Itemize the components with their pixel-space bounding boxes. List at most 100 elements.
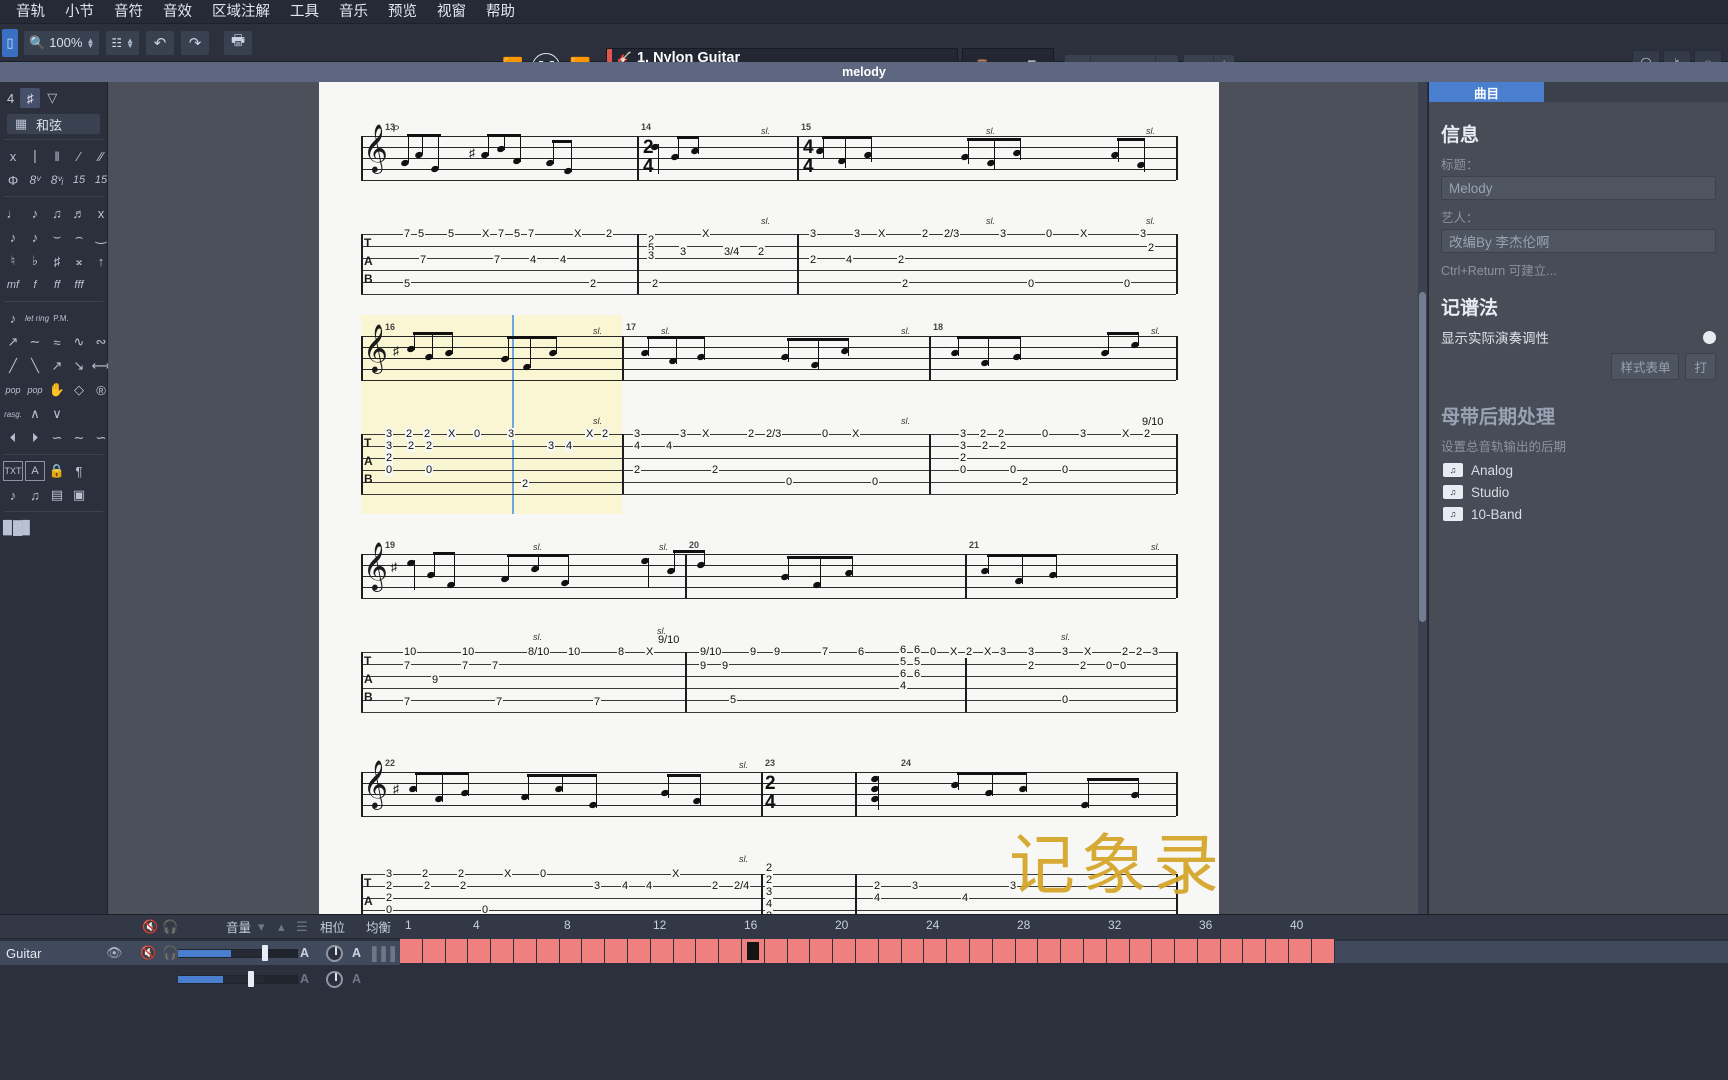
preset-studio[interactable]: ♫ Studio: [1441, 481, 1716, 503]
timeline-measure-cell[interactable]: [1175, 939, 1198, 963]
timeline-measure-cell[interactable]: [1311, 939, 1335, 963]
document-tab-melody[interactable]: melody: [830, 64, 898, 80]
timeline-ruler[interactable]: 1 4 8 12 16 20 24 28 32 36 40: [400, 915, 1728, 939]
dotted-note-icon[interactable]: ♪: [25, 227, 45, 247]
brush-down-icon[interactable]: ∨: [47, 404, 67, 424]
tab-other[interactable]: [1544, 82, 1659, 102]
menu-note[interactable]: 音符: [104, 0, 153, 24]
chevron-down-icon[interactable]: ▾: [258, 919, 265, 935]
note-icon[interactable]: ♪: [3, 308, 23, 328]
menu-tools[interactable]: 工具: [280, 0, 329, 24]
headphones-icon[interactable]: 🎧: [162, 919, 178, 935]
timeline-measure-cell[interactable]: [1220, 939, 1244, 963]
score-page[interactable]: 𝄞 13 14 15 P sl. sl. sl. ♯ 2 4 4 4 T A B…: [319, 82, 1219, 914]
timeline-measure-cell[interactable]: [947, 939, 970, 963]
15ma-icon[interactable]: 15: [69, 170, 89, 190]
timeline-measure-cell[interactable]: [468, 939, 492, 963]
double-barline-icon[interactable]: ‖: [47, 146, 67, 166]
8va-icon[interactable]: 8ᵛ: [25, 170, 45, 190]
repeat-open-icon[interactable]: ♪: [3, 485, 23, 505]
timeline-measure-cell[interactable]: [764, 939, 788, 963]
redo-button[interactable]: ↷: [180, 29, 211, 56]
voice-notes-icon[interactable]: ♯: [20, 88, 41, 108]
timeline-measure-cell[interactable]: [810, 939, 834, 963]
mute-speaker-icon[interactable]: 🔇: [142, 919, 158, 935]
sidebar-toggle-button[interactable]: ▯: [2, 28, 18, 57]
pan-knob[interactable]: [326, 971, 343, 988]
score-vertical-scrollbar[interactable]: [1418, 82, 1427, 914]
timeline-measure-cell[interactable]: [491, 939, 514, 963]
automation-letter[interactable]: A: [300, 946, 309, 960]
tap-icon[interactable]: ✋: [47, 380, 67, 400]
tab-track[interactable]: 曲目: [1429, 82, 1544, 102]
fade-out-icon[interactable]: ⏵: [25, 428, 45, 448]
score-system-4[interactable]: 𝄞 22 23 24 sl. 24 ♯ T A 3 2 2 X 0 2 2 2 …: [319, 752, 1219, 914]
undo-button[interactable]: ↶: [145, 29, 176, 56]
timeline-measure-cell[interactable]: [1152, 939, 1176, 963]
timeline-measure-cell[interactable]: [536, 939, 560, 963]
eighth-note-icon[interactable]: ♪: [25, 203, 45, 223]
triplet-icon[interactable]: x: [3, 146, 23, 166]
timeline-measure-cell[interactable]: [1243, 939, 1267, 963]
timeline-measure-cell[interactable]: [719, 939, 742, 963]
natural-icon[interactable]: ♮: [3, 251, 23, 271]
timeline-measure-cell[interactable]: [1083, 939, 1107, 963]
timeline-measure-cell[interactable]: [1129, 939, 1153, 963]
sharp-icon[interactable]: ♯: [47, 251, 67, 271]
pan-knob[interactable]: [326, 945, 343, 962]
chord-name-icon[interactable]: A: [25, 461, 45, 481]
pin-icon[interactable]: ☰: [296, 919, 308, 935]
timeline-measure-cell[interactable]: [901, 939, 925, 963]
timeline-measure-cell[interactable]: [582, 939, 606, 963]
slide-in-icon[interactable]: ╱: [3, 356, 23, 376]
mixer-icon[interactable]: ▉█▊: [3, 518, 32, 538]
timeline-measure-cell[interactable]: [696, 939, 720, 963]
eq-sliders-icon[interactable]: ▌▌▌: [372, 946, 400, 961]
artist-input[interactable]: 改编By 李杰伦啊: [1441, 229, 1716, 253]
print-button[interactable]: 🖶: [223, 29, 254, 56]
timeline-measure-cell[interactable]: [422, 939, 446, 963]
slur-icon[interactable]: ⌢: [69, 227, 89, 247]
flat-icon[interactable]: ♭: [25, 251, 45, 271]
repeat-close-icon[interactable]: ♫: [25, 485, 45, 505]
pan-letter[interactable]: A: [352, 972, 361, 986]
timeline-measure-cell[interactable]: [787, 939, 811, 963]
thirtysecond-note-icon[interactable]: ♬: [69, 203, 89, 223]
simile-one-icon[interactable]: ⁄: [69, 146, 89, 166]
timeline-measure-cell[interactable]: [650, 939, 674, 963]
title-input[interactable]: Melody: [1441, 176, 1716, 200]
page-layout-control[interactable]: ☷ ▲ ▼: [105, 29, 141, 56]
ff-icon[interactable]: ff: [47, 275, 67, 295]
concert-pitch-toggle[interactable]: [1703, 330, 1716, 344]
tie-icon[interactable]: ⌣: [47, 227, 67, 247]
timeline-measure-cell[interactable]: [1197, 939, 1221, 963]
timeline-measure-cell[interactable]: [445, 939, 469, 963]
timeline-measure-cell[interactable]: [878, 939, 902, 963]
score-system-2[interactable]: 𝄞 16 17 18 sl. sl. sl. sl. ♯ T A B 3 2 2…: [319, 315, 1219, 516]
menu-music[interactable]: 音乐: [329, 0, 378, 24]
timeline-measure-cell[interactable]: [513, 939, 537, 963]
timeline-measure-lane[interactable]: [400, 939, 1335, 963]
volume-handle[interactable]: [248, 971, 254, 987]
8vb-icon[interactable]: 8ᵛᵢ: [47, 170, 67, 190]
crescendo-icon[interactable]: ▽: [42, 88, 62, 108]
brush-up-icon[interactable]: ∧: [25, 404, 45, 424]
dashed-barline-icon[interactable]: ❘: [25, 146, 45, 166]
tremolo-icon[interactable]: ≈: [47, 332, 67, 352]
tuplet-icon[interactable]: ♪: [3, 227, 23, 247]
scrollbar-thumb[interactable]: [1419, 292, 1426, 622]
legato-slide-icon[interactable]: ↗: [47, 356, 67, 376]
zoom-control[interactable]: 🔍 100% ▲ ▼: [23, 29, 101, 56]
harmonic-icon[interactable]: ◇: [69, 380, 89, 400]
timeline-measure-cell[interactable]: [1289, 939, 1312, 963]
shift-slide-icon[interactable]: ↘: [69, 356, 89, 376]
concert-pitch-row[interactable]: 显示实际演奏调性: [1441, 327, 1716, 347]
sixteenth-note-icon[interactable]: ♫: [47, 203, 67, 223]
zoom-stepper[interactable]: ▲ ▼: [86, 36, 94, 49]
menu-annotation[interactable]: 区域注解: [202, 0, 280, 24]
timeline-measure-cell[interactable]: [673, 939, 697, 963]
eye-icon[interactable]: 👁: [106, 945, 123, 961]
timeline-measure-cell[interactable]: [833, 939, 856, 963]
timeline-measure-cell[interactable]: [1061, 939, 1084, 963]
tremolo-bar-icon[interactable]: ∼: [69, 428, 89, 448]
